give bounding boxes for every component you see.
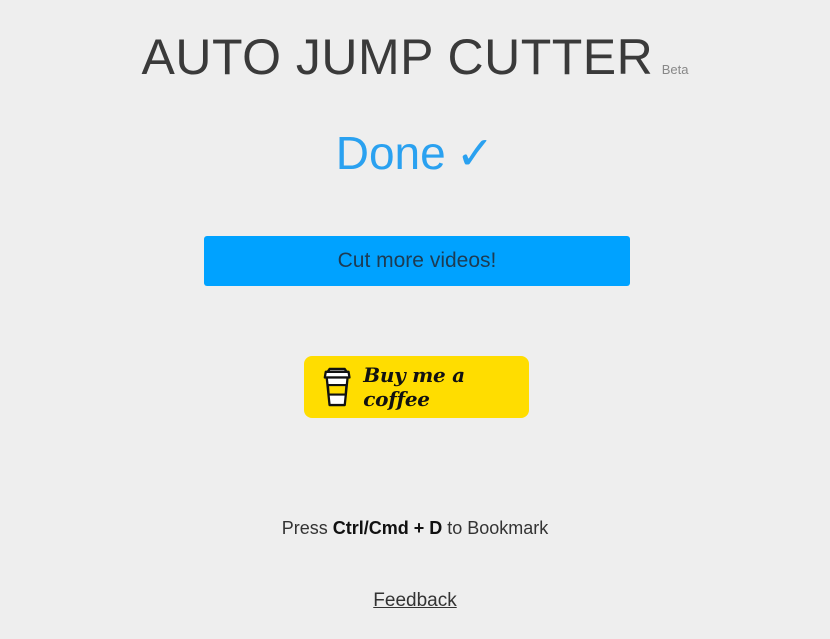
cut-more-videos-button[interactable]: Cut more videos!	[204, 236, 630, 286]
cut-more-videos-label: Cut more videos!	[337, 249, 497, 272]
buy-me-a-coffee-label: Buy me a coffee	[363, 363, 465, 411]
bookmark-shortcut: Ctrl/Cmd + D	[332, 518, 443, 538]
footer: Feedback	[0, 590, 830, 612]
bookmark-suffix: to Bookmark	[447, 518, 549, 538]
app-title: AUTO JUMP CUTTER	[141, 29, 654, 85]
beta-badge: Beta	[661, 62, 689, 77]
bookmark-hint: Press Ctrl/Cmd + D to Bookmark	[0, 518, 830, 539]
header: AUTO JUMP CUTTER Beta	[0, 28, 830, 86]
buy-me-a-coffee-button[interactable]: Buy me a coffee	[304, 356, 529, 418]
page: AUTO JUMP CUTTER Beta Done ✓ Cut more vid…	[0, 0, 830, 639]
feedback-link[interactable]: Feedback	[373, 590, 456, 611]
checkmark-icon: ✓	[455, 127, 495, 179]
coffee-cup-icon	[323, 367, 351, 407]
bookmark-prefix: Press	[281, 518, 328, 538]
status-message: Done ✓	[0, 126, 830, 180]
status-text: Done	[335, 127, 446, 179]
